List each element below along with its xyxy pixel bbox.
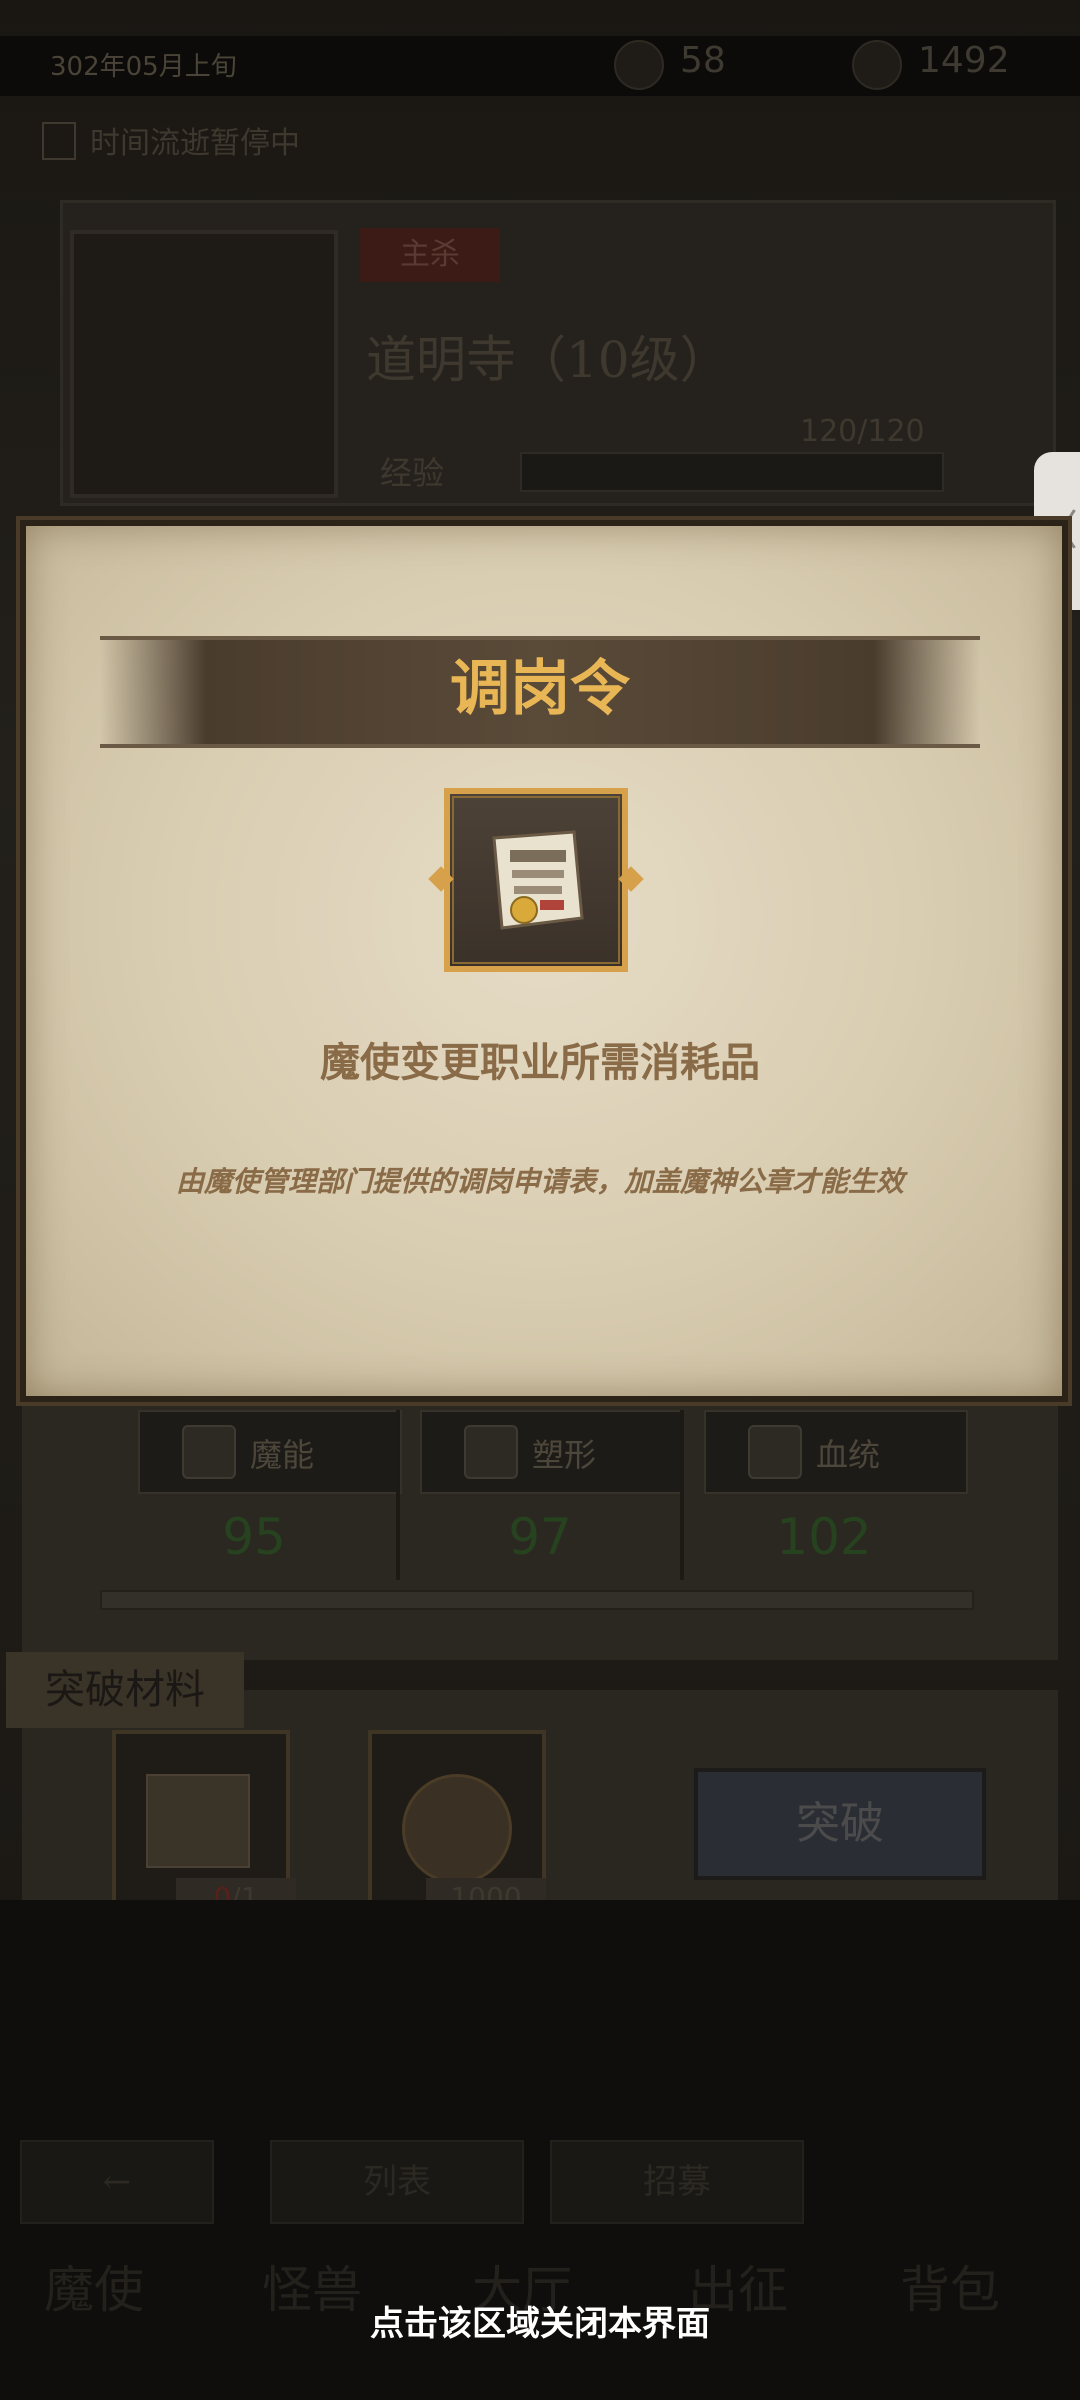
- stat-label: 血统: [816, 1436, 881, 1474]
- stats-rail: [100, 1590, 974, 1610]
- back-button[interactable]: ←: [20, 2140, 214, 2224]
- exp-value: 120/120: [800, 414, 925, 449]
- bloodline-icon: [748, 1425, 802, 1479]
- exp-label: 经验: [380, 454, 445, 492]
- coin-icon: [402, 1774, 512, 1884]
- transfer-order-scroll-icon: [492, 830, 584, 930]
- recruit-button[interactable]: 招募: [550, 2140, 804, 2224]
- close-area-hint[interactable]: 点击该区域关闭本界面: [0, 2296, 1080, 2345]
- stat-value: 95: [222, 1508, 286, 1566]
- hero-name: 道明寺（10级）: [366, 331, 730, 389]
- materials-title: 突破材料: [6, 1652, 244, 1728]
- magic-icon: [182, 1425, 236, 1479]
- stat-shape: 塑形: [420, 1410, 684, 1494]
- divider: [680, 1410, 684, 1580]
- item-title: 调岗令: [450, 654, 630, 724]
- stat-value: 97: [508, 1508, 572, 1566]
- list-button[interactable]: 列表: [270, 2140, 524, 2224]
- hero-tag: 主杀: [360, 228, 500, 282]
- pause-icon: [42, 122, 76, 160]
- breakthrough-button[interactable]: 突破: [694, 1768, 986, 1880]
- scroll-icon: [146, 1774, 250, 1868]
- currency-icon: [852, 40, 902, 90]
- shape-icon: [464, 1425, 518, 1479]
- game-date: 302年05月上旬: [50, 52, 237, 82]
- divider: [396, 1410, 400, 1580]
- hero-portrait: [70, 230, 338, 498]
- feather-count: 58: [680, 40, 726, 81]
- stat-label: 塑形: [532, 1436, 597, 1474]
- currency-count: 1492: [918, 40, 1010, 81]
- stat-label: 魔能: [250, 1436, 315, 1474]
- feather-icon: [614, 40, 664, 90]
- stat-value: 102: [776, 1508, 872, 1566]
- stat-blood: 血统: [704, 1410, 968, 1494]
- item-frame-inner: [452, 796, 620, 964]
- item-description: 魔使变更职业所需消耗品: [320, 1039, 760, 1086]
- pause-status: 时间流逝暂停中: [90, 126, 300, 161]
- exp-bar: [520, 452, 944, 492]
- stat-magic: 魔能: [138, 1410, 402, 1494]
- item-flavor-text: 由魔使管理部门提供的调岗申请表，加盖魔神公章才能生效: [175, 1165, 904, 1198]
